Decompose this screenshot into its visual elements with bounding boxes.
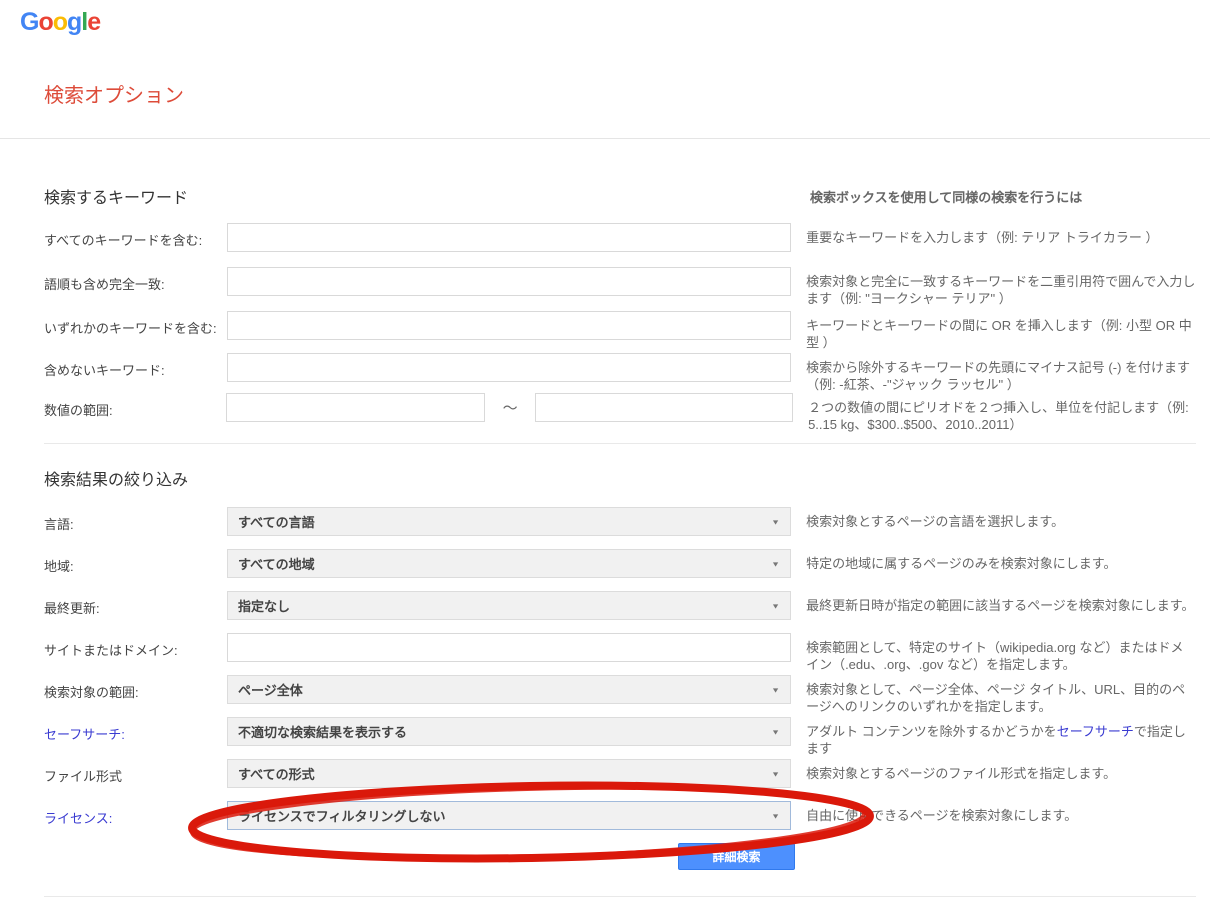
search-scope-help: 検索対象として、ページ全体、ページ タイトル、URL、目的のページへのリンクのい… (806, 675, 1196, 715)
any-keywords-label: いずれかのキーワードを含む: (44, 311, 227, 337)
last-updated-label: 最終更新: (44, 591, 227, 617)
none-keywords-input[interactable] (227, 353, 791, 382)
google-logo-letter: G (20, 8, 38, 36)
language-select-value: すべての言語 (238, 512, 315, 531)
dropdown-arrow-icon: ▼ (771, 560, 780, 568)
region-select[interactable]: すべての地域 ▼ (227, 549, 791, 578)
bottom-divider (44, 896, 1196, 897)
form-row-none-keywords: 含めないキーワード: 検索から除外するキーワードの先頭にマイナス記号 (-) を… (44, 353, 1196, 384)
form-row-all-keywords: すべてのキーワードを含む: 重要なキーワードを入力します（例: テリア トライカ… (44, 223, 1196, 254)
none-keywords-label: 含めないキーワード: (44, 353, 227, 379)
language-help: 検索対象とするページの言語を選択します。 (806, 507, 1196, 530)
keywords-section: すべてのキーワードを含む: 重要なキーワードを入力します（例: テリア トライカ… (44, 223, 1196, 424)
form-row-exact-phrase: 語順も含め完全一致: 検索対象と完全に一致するキーワードを二重引用符で囲んで入力… (44, 267, 1196, 298)
section-divider (44, 443, 1196, 444)
region-label: 地域: (44, 549, 227, 575)
language-select[interactable]: すべての言語 ▼ (227, 507, 791, 536)
narrow-section-heading: 検索結果の絞り込み (44, 466, 810, 490)
search-scope-label: 検索対象の範囲: (44, 675, 227, 701)
google-logo-letter: g (67, 8, 81, 36)
all-keywords-input[interactable] (227, 223, 791, 252)
exact-phrase-label: 語順も含め完全一致: (44, 267, 227, 293)
last-updated-help: 最終更新日時が指定の範囲に該当するページを検索対象にします。 (806, 591, 1196, 614)
exact-phrase-help: 検索対象と完全に一致するキーワードを二重引用符で囲んで入力します（例: "ヨーク… (806, 267, 1196, 307)
language-label: 言語: (44, 507, 227, 533)
none-keywords-help: 検索から除外するキーワードの先頭にマイナス記号 (-) を付けます（例: -紅茶… (806, 353, 1196, 393)
page-header: Google 検索オプション (0, 0, 1210, 108)
form-row-number-range: 数値の範囲: ～ ２つの数値の間にピリオドを２つ挿入し、単位を付記します（例: … (44, 393, 1196, 424)
number-range-label: 数値の範囲: (44, 393, 226, 419)
file-type-select-value: すべての形式 (238, 764, 315, 783)
any-keywords-input[interactable] (227, 311, 791, 340)
exact-phrase-input[interactable] (227, 267, 791, 296)
dropdown-arrow-icon: ▼ (771, 728, 780, 736)
google-logo-letter: o (53, 8, 67, 36)
form-content: 検索するキーワード 検索ボックスを使用して同様の検索を行うには すべてのキーワー… (0, 184, 1210, 897)
dropdown-arrow-icon: ▼ (771, 518, 780, 526)
advanced-search-page: Google 検索オプション 検索するキーワード 検索ボックスを使用して同様の検… (0, 0, 1210, 915)
last-updated-select-value: 指定なし (238, 596, 290, 615)
region-select-value: すべての地域 (238, 554, 315, 573)
last-updated-select[interactable]: 指定なし ▼ (227, 591, 791, 620)
google-logo-letter: o (38, 8, 52, 36)
page-title: 検索オプション (44, 79, 1210, 108)
safesearch-help: アダルト コンテンツを除外するかどうかをセーフサーチで指定します (806, 717, 1196, 757)
all-keywords-label: すべてのキーワードを含む: (44, 223, 227, 249)
form-row-file-type: ファイル形式 すべての形式 ▼ 検索対象とするページのファイル形式を指定します。 (44, 759, 1196, 790)
file-type-select[interactable]: すべての形式 ▼ (227, 759, 791, 788)
file-type-help: 検索対象とするページのファイル形式を指定します。 (806, 759, 1196, 782)
form-row-safesearch: セーフサーチ: 不適切な検索結果を表示する ▼ アダルト コンテンツを除外するか… (44, 717, 1196, 748)
license-label[interactable]: ライセンス: (44, 801, 227, 827)
header-divider (0, 138, 1210, 139)
number-range-help: ２つの数値の間にピリオドを２つ挿入し、単位を付記します（例: 5..15 kg、… (808, 393, 1196, 433)
google-logo[interactable]: Google (20, 8, 100, 37)
form-row-last-updated: 最終更新: 指定なし ▼ 最終更新日時が指定の範囲に該当するページを検索対象にし… (44, 591, 1196, 622)
range-high-input[interactable] (535, 393, 793, 422)
form-row-search-scope: 検索対象の範囲: ページ全体 ▼ 検索対象として、ページ全体、ページ タイトル、… (44, 675, 1196, 706)
safesearch-select[interactable]: 不適切な検索結果を表示する ▼ (227, 717, 791, 746)
form-row-language: 言語: すべての言語 ▼ 検索対象とするページの言語を選択します。 (44, 507, 1196, 538)
narrow-section-header: 検索結果の絞り込み (44, 466, 1196, 490)
form-row-any-keywords: いずれかのキーワードを含む: キーワードとキーワードの間に OR を挿入します（… (44, 311, 1196, 342)
submit-row: 詳細検索 (44, 843, 1196, 870)
safesearch-help-pre: アダルト コンテンツを除外するかどうかを (806, 724, 1057, 739)
license-select-value: ライセンスでフィルタリングしない (238, 806, 445, 825)
safesearch-label[interactable]: セーフサーチ: (44, 717, 227, 743)
site-domain-label: サイトまたはドメイン: (44, 633, 227, 659)
search-scope-select[interactable]: ページ全体 ▼ (227, 675, 791, 704)
keywords-section-header: 検索するキーワード 検索ボックスを使用して同様の検索を行うには (44, 184, 1196, 208)
safesearch-help-link[interactable]: セーフサーチ (1057, 724, 1134, 739)
all-keywords-help: 重要なキーワードを入力します（例: テリア トライカラー ） (806, 223, 1196, 246)
file-type-label: ファイル形式 (44, 759, 227, 785)
region-help: 特定の地域に属するページのみを検索対象にします。 (806, 549, 1196, 572)
form-row-region: 地域: すべての地域 ▼ 特定の地域に属するページのみを検索対象にします。 (44, 549, 1196, 580)
advanced-search-button[interactable]: 詳細検索 (678, 843, 795, 870)
safesearch-select-value: 不適切な検索結果を表示する (238, 722, 407, 741)
site-domain-input[interactable] (227, 633, 791, 662)
search-scope-select-value: ページ全体 (238, 680, 303, 699)
narrow-section: 言語: すべての言語 ▼ 検索対象とするページの言語を選択します。 地域: すべ… (44, 507, 1196, 832)
dropdown-arrow-icon: ▼ (771, 602, 780, 610)
range-tilde: ～ (485, 397, 535, 418)
dropdown-arrow-icon: ▼ (771, 686, 780, 694)
form-row-license: ライセンス: ライセンスでフィルタリングしない ▼ 自由に使用できるページを検索… (44, 801, 1196, 832)
google-logo-letter: e (87, 8, 100, 36)
form-row-site-domain: サイトまたはドメイン: 検索範囲として、特定のサイト（wikipedia.org… (44, 633, 1196, 664)
range-low-input[interactable] (226, 393, 485, 422)
help-column-heading: 検索ボックスを使用して同様の検索を行うには (810, 184, 1082, 208)
license-select[interactable]: ライセンスでフィルタリングしない ▼ (227, 801, 791, 830)
dropdown-arrow-icon: ▼ (771, 770, 780, 778)
keywords-section-heading: 検索するキーワード (44, 184, 810, 208)
dropdown-arrow-icon: ▼ (771, 812, 780, 820)
any-keywords-help: キーワードとキーワードの間に OR を挿入します（例: 小型 OR 中型 ） (806, 311, 1196, 351)
license-help: 自由に使用できるページを検索対象にします。 (806, 801, 1196, 824)
site-domain-help: 検索範囲として、特定のサイト（wikipedia.org など）またはドメイン（… (806, 633, 1196, 673)
